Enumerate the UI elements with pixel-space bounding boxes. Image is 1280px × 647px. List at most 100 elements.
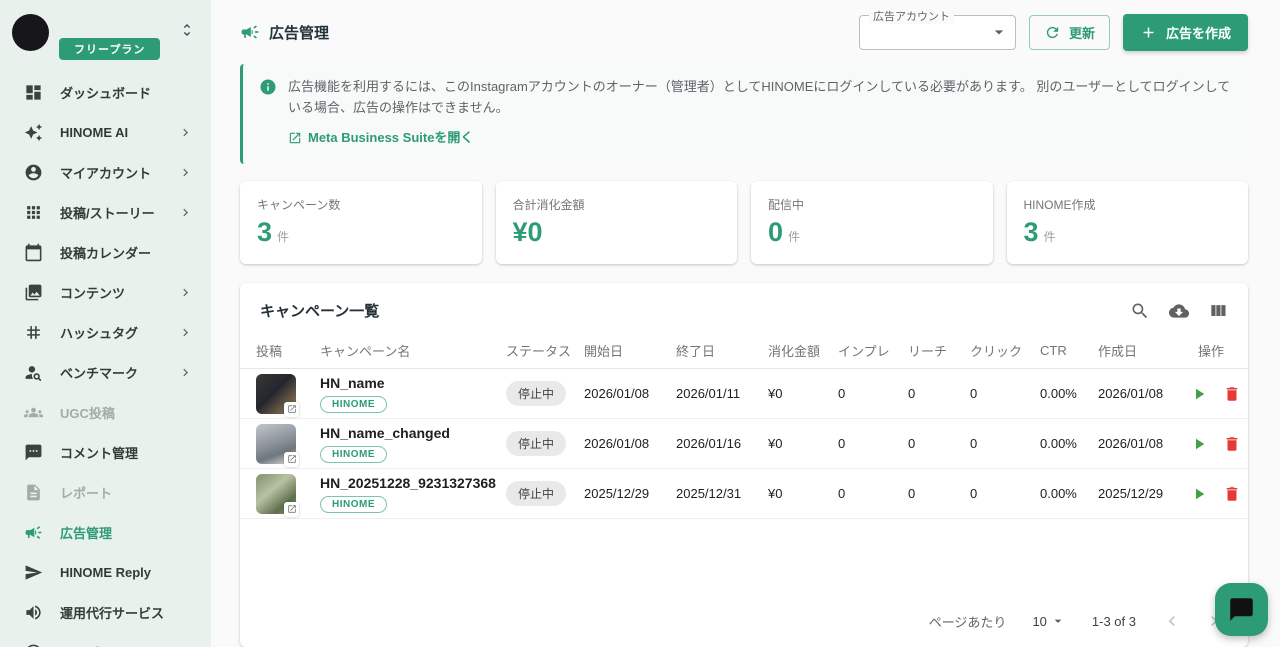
sidebar-item-label: マイアカウント	[60, 163, 151, 182]
open-post-icon[interactable]	[284, 402, 299, 417]
sidebar: フリープラン ダッシュボード HINOME AI マイアカウント	[0, 0, 211, 647]
stat-card-hinome-created: HINOME作成 3件	[1007, 181, 1249, 265]
sidebar-item-help[interactable]: ヘルプ	[8, 632, 203, 647]
sidebar-item-my-account[interactable]: マイアカウント	[8, 152, 203, 192]
play-icon[interactable]	[1190, 485, 1208, 503]
sidebar-item-hashtag[interactable]: ハッシュタグ	[8, 312, 203, 352]
stat-value: 3件	[1024, 218, 1232, 248]
row-actions	[1190, 485, 1232, 503]
main-content: 広告管理 広告アカウント 更新 広告を作成 広告機能を利用	[211, 0, 1280, 647]
sidebar-item-contents[interactable]: コンテンツ	[8, 272, 203, 312]
grid-icon	[24, 203, 43, 222]
sidebar-item-label: 広告管理	[60, 523, 112, 542]
hinome-chip: HINOME	[320, 446, 387, 463]
plus-icon	[1140, 24, 1157, 41]
calendar-icon	[24, 243, 43, 262]
table-row: HN_20251228_9231327368 HINOME 停止中 2025/1…	[240, 469, 1248, 519]
megaphone-icon	[24, 523, 43, 542]
ad-account-select-label: 広告アカウント	[869, 8, 954, 24]
per-page-label: ページあたり	[929, 612, 1007, 631]
open-in-new-icon	[288, 131, 302, 145]
open-post-icon[interactable]	[284, 502, 299, 517]
alert-text: 広告機能を利用するには、このInstagramアカウントのオーナー（管理者）とし…	[288, 79, 1230, 115]
avatar[interactable]	[12, 14, 49, 51]
dropdown-arrow-icon	[1050, 613, 1066, 629]
post-thumbnail[interactable]	[256, 374, 296, 414]
speaker-icon	[24, 603, 43, 622]
sparkle-icon	[24, 123, 43, 142]
delete-icon[interactable]	[1223, 435, 1241, 453]
sidebar-item-label: ハッシュタグ	[60, 323, 138, 342]
sidebar-item-label: 運用代行サービス	[60, 603, 164, 622]
delete-icon[interactable]	[1223, 385, 1241, 403]
open-post-icon[interactable]	[284, 452, 299, 467]
campaign-table-card: キャンペーン一覧 投稿 キャンペーン名 ステータス 開始日 終了日 消化金額 イ…	[240, 283, 1248, 647]
person-search-icon	[24, 363, 43, 382]
table-title: キャンペーン一覧	[260, 300, 379, 321]
sidebar-item-hinome-reply[interactable]: HINOME Reply	[8, 552, 203, 592]
sidebar-item-label: コメント管理	[60, 443, 138, 462]
sidebar-item-comment-management[interactable]: コメント管理	[8, 432, 203, 472]
header-actions: 広告アカウント 更新 広告を作成	[859, 14, 1248, 51]
sidebar-item-post-calendar[interactable]: 投稿カレンダー	[8, 232, 203, 272]
status-badge: 停止中	[506, 381, 566, 406]
chevron-right-icon	[178, 325, 193, 340]
sidebar-item-report[interactable]: レポート	[8, 472, 203, 512]
profile-block: フリープラン	[8, 12, 203, 60]
play-icon[interactable]	[1190, 435, 1208, 453]
delete-icon[interactable]	[1223, 485, 1241, 503]
plan-badge: フリープラン	[59, 38, 160, 60]
sidebar-item-benchmark[interactable]: ベンチマーク	[8, 352, 203, 392]
info-icon	[259, 78, 277, 152]
dashboard-icon	[24, 83, 43, 102]
row-actions	[1190, 385, 1232, 403]
dropdown-arrow-icon	[989, 22, 1009, 42]
post-thumbnail[interactable]	[256, 424, 296, 464]
status-badge: 停止中	[506, 431, 566, 456]
table-row: HN_name HINOME 停止中 2026/01/08 2026/01/11…	[240, 369, 1248, 419]
view-columns-icon[interactable]	[1208, 301, 1228, 321]
post-thumbnail[interactable]	[256, 474, 296, 514]
page-range: 1-3 of 3	[1092, 614, 1136, 629]
stat-value: 3件	[257, 218, 465, 248]
alert-body: 広告機能を利用するには、このInstagramアカウントのオーナー（管理者）とし…	[288, 77, 1232, 152]
help-icon	[24, 643, 43, 647]
stat-cards: キャンペーン数 3件 合計消化金額 ¥0 配信中 0件 HINOME作成 3件	[240, 181, 1248, 265]
sidebar-item-label: UGC投稿	[60, 403, 115, 422]
prev-page-icon[interactable]	[1162, 611, 1182, 631]
stat-card-campaign-count: キャンペーン数 3件	[240, 181, 482, 265]
create-ad-button[interactable]: 広告を作成	[1123, 14, 1248, 51]
send-icon	[24, 563, 43, 582]
per-page-select[interactable]: 10	[1032, 613, 1065, 629]
chevron-right-icon	[178, 365, 193, 380]
refresh-icon	[1044, 24, 1061, 41]
play-icon[interactable]	[1190, 385, 1208, 403]
sidebar-item-label: ベンチマーク	[60, 363, 138, 382]
sidebar-nav: ダッシュボード HINOME AI マイアカウント 投稿/ストーリー 投稿カレン…	[8, 72, 203, 647]
sidebar-item-hinome-ai[interactable]: HINOME AI	[8, 112, 203, 152]
chevron-right-icon	[178, 205, 193, 220]
sidebar-item-label: ダッシュボード	[60, 83, 151, 102]
campaign-name-cell: HN_20251228_9231327368 HINOME	[320, 475, 506, 513]
sidebar-item-dashboard[interactable]: ダッシュボード	[8, 72, 203, 112]
sidebar-item-agency-service[interactable]: 運用代行サービス	[8, 592, 203, 632]
sidebar-item-ugc-posts[interactable]: UGC投稿	[8, 392, 203, 432]
table-head: キャンペーン一覧	[240, 283, 1248, 333]
refresh-button[interactable]: 更新	[1029, 15, 1110, 50]
stat-value: ¥0	[513, 218, 721, 248]
sidebar-item-ad-management[interactable]: 広告管理	[8, 512, 203, 552]
download-icon[interactable]	[1169, 301, 1189, 321]
hinome-chip: HINOME	[320, 396, 387, 413]
sidebar-item-posts-stories[interactable]: 投稿/ストーリー	[8, 192, 203, 232]
unfold-more-icon[interactable]	[175, 18, 199, 45]
ad-account-select[interactable]: 広告アカウント	[859, 15, 1016, 50]
chat-widget-button[interactable]	[1215, 583, 1268, 636]
chevron-right-icon	[178, 285, 193, 300]
campaign-name-cell: HN_name HINOME	[320, 375, 506, 413]
table-header-row: 投稿 キャンペーン名 ステータス 開始日 終了日 消化金額 インプレ リーチ ク…	[240, 333, 1248, 369]
search-icon[interactable]	[1130, 301, 1150, 321]
table-tools	[1130, 301, 1228, 321]
info-alert: 広告機能を利用するには、このInstagramアカウントのオーナー（管理者）とし…	[240, 64, 1248, 164]
meta-business-suite-link[interactable]: Meta Business Suiteを開く	[288, 128, 473, 149]
sidebar-item-label: 投稿/ストーリー	[60, 203, 155, 222]
